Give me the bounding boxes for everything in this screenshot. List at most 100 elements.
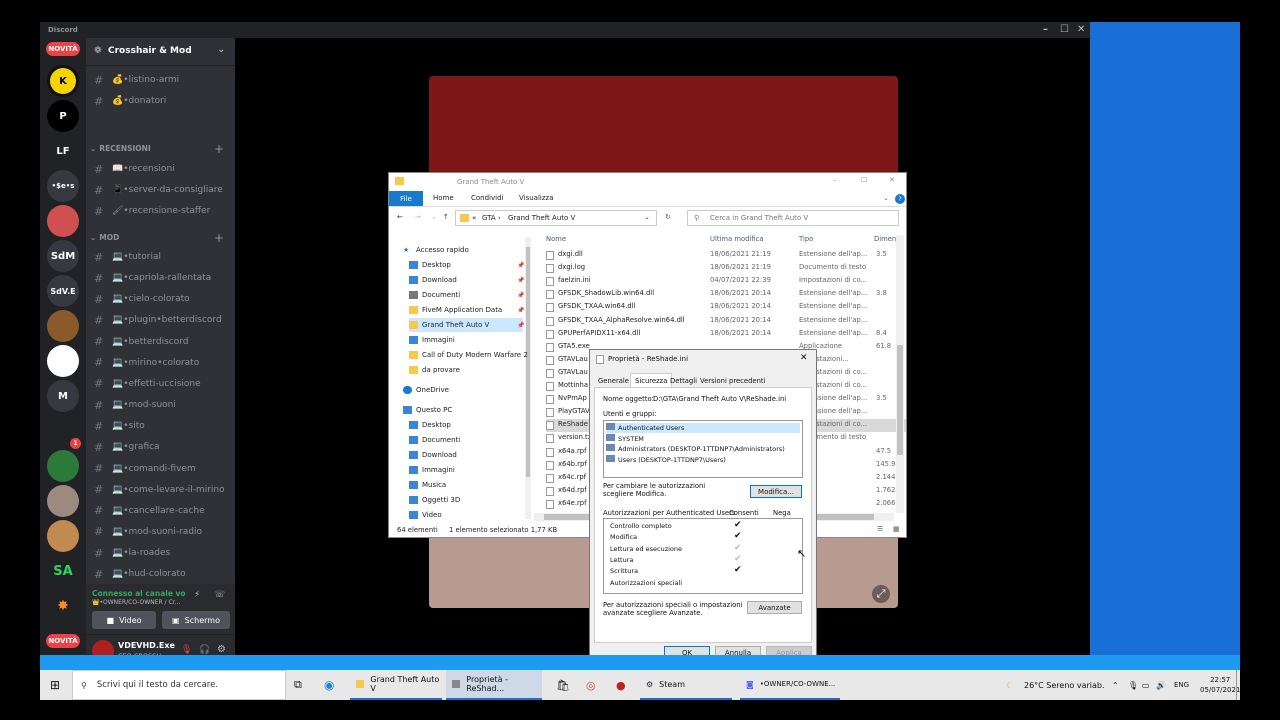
channel-item[interactable]: # 💻•cielo-colorato	[94, 290, 234, 308]
add-channel-icon[interactable]: +	[214, 142, 224, 156]
details-view-icon[interactable]: ☰	[877, 525, 883, 533]
nav-quick-item[interactable]: da provare	[409, 363, 460, 377]
group-item[interactable]: Users (DESKTOP-1TTDNP7\Users)	[606, 454, 800, 465]
close-icon[interactable]: ✕	[1077, 24, 1085, 35]
nav-quick-item[interactable]: Immagini	[409, 333, 455, 347]
tab-security[interactable]: Sicurezza	[630, 373, 673, 387]
channel-item[interactable]: # 💰•donatori	[94, 92, 234, 110]
taskbar-search[interactable]: ⚲ Scrivi qui il testo da cercare.	[72, 670, 286, 700]
modify-button[interactable]: Modifica...	[750, 485, 802, 498]
taskbar-discord[interactable]: ◙ •OWNER/CO-OWNE...	[740, 670, 840, 700]
chrome-icon[interactable]: ◎	[586, 670, 596, 700]
nav-pc-item[interactable]: Immagini	[409, 463, 455, 477]
novita-badge-bottom[interactable]: NOVITÀ	[46, 634, 80, 648]
maximize-icon[interactable]: ☐	[861, 176, 867, 184]
server-icon-face[interactable]	[47, 485, 79, 517]
channel-item[interactable]: # 💻•cancellare-cache	[94, 502, 234, 520]
channel-item[interactable]: # 💻•capriola-rallentata	[94, 269, 234, 287]
close-icon[interactable]: ✕	[889, 176, 895, 184]
channel-item[interactable]: # 💻•come-levare-il-mirino	[94, 481, 234, 499]
weather-icon[interactable]: ☾	[1006, 670, 1013, 700]
advanced-button[interactable]: Avanzate	[747, 601, 802, 614]
server-icon-sa[interactable]: SA	[47, 555, 79, 587]
tiles-view-icon[interactable]: ▦	[893, 525, 899, 533]
up-icon[interactable]: ↑	[443, 213, 449, 221]
server-icon-red[interactable]	[47, 205, 79, 237]
taskbar-properties[interactable]: Proprietà - ReShad...	[446, 670, 542, 700]
file-row[interactable]: GFSDK_TXAA.win64.dll 18/06/2021 20:14 Este…	[546, 301, 906, 314]
col-type[interactable]: Tipo	[799, 235, 813, 243]
channel-item[interactable]: # 💻•effetti-uccisione	[94, 375, 234, 393]
novita-badge[interactable]: NOVITÀ	[46, 42, 80, 56]
path-leaf[interactable]: Grand Theft Auto V	[508, 214, 575, 222]
fullscreen-icon[interactable]: ⤢	[872, 585, 890, 603]
channel-item[interactable]: # 💻•hud-colorato	[94, 565, 234, 583]
col-size[interactable]: Dimen	[874, 235, 896, 243]
server-icon-k[interactable]: K	[47, 65, 79, 97]
server-icon-hat[interactable]	[47, 520, 79, 552]
network-icon[interactable]: ▭	[1142, 670, 1150, 700]
server-icon-empire[interactable]	[47, 310, 79, 342]
forward-icon[interactable]: →	[415, 213, 421, 221]
group-item[interactable]: SYSTEM	[606, 433, 800, 444]
channel-item[interactable]: # 💻•la-roades	[94, 544, 234, 562]
nav-quick-item[interactable]: Call of Duty Modern Warfare 2	[409, 348, 528, 362]
channel-item[interactable]: # 💻•grafica	[94, 438, 234, 456]
channel-item[interactable]: # 💻•plugin•betterdiscord	[94, 311, 234, 329]
nav-onedrive[interactable]: OneDrive	[403, 383, 449, 397]
server-icon-orange[interactable]: ✸	[47, 590, 79, 622]
channel-item[interactable]: # 💻•comandi-fivem	[94, 460, 234, 478]
chevron-down-icon[interactable]: ⌄	[217, 45, 225, 55]
tab-home[interactable]: Home	[433, 194, 454, 202]
mic-icon[interactable]: 🎙	[1128, 670, 1138, 700]
windows-start-icon[interactable]: ⊞	[50, 670, 60, 700]
file-row[interactable]: GFSDK_ShadowLib.win64.dll 18/06/2021 20:1…	[546, 288, 906, 301]
screen-share-button[interactable]: ▣ Schermo	[162, 611, 230, 629]
nav-pc-item[interactable]: Musica	[409, 478, 446, 492]
nav-pc-item[interactable]: Video	[409, 508, 442, 522]
gear-icon[interactable]: ⚙	[217, 644, 226, 655]
path-root[interactable]: GTA	[482, 214, 496, 222]
channel-item[interactable]: # 💻•tutorial	[94, 248, 234, 266]
nav-pc-item[interactable]: Oggetti 3D	[409, 493, 460, 507]
store-icon[interactable]: 🛍	[556, 670, 570, 700]
tab-view[interactable]: Visualizza	[519, 194, 553, 202]
show-desktop[interactable]	[1236, 670, 1240, 700]
chevron-down-icon[interactable]: ⌄	[644, 213, 650, 221]
channel-item[interactable]: # 📖•recensioni	[94, 160, 234, 178]
tab-share[interactable]: Condividi	[471, 194, 503, 202]
voice-channel-name[interactable]: 👑•OWNER/CO-OWNER / Cr...	[92, 599, 180, 606]
close-icon[interactable]: ✕	[800, 353, 808, 363]
language[interactable]: ENG	[1174, 670, 1189, 700]
task-view-icon[interactable]: ⧉	[294, 670, 302, 700]
nav-quick-item[interactable]: Download 📌	[409, 273, 524, 287]
channel-item[interactable]: # 💻•betterdiscord	[94, 333, 234, 351]
nav-quick-item[interactable]: FiveM Application Data 📌	[409, 303, 524, 317]
server-icon-sdm[interactable]: SdM	[47, 240, 79, 272]
server-icon-dt[interactable]: 1	[47, 415, 81, 449]
file-row[interactable]: dxgi.dll 18/06/2021 21:19 Estensione dell'…	[546, 249, 906, 262]
back-icon[interactable]: ←	[397, 213, 403, 221]
recent-icon[interactable]: ⌄	[431, 213, 437, 221]
disconnect-icon[interactable]: ☏	[214, 590, 225, 600]
group-item[interactable]: Administrators (DESKTOP-1TTDNP7\Administ…	[606, 444, 800, 454]
help-icon[interactable]: ?	[895, 194, 905, 204]
address-bar[interactable]: « GTA › Grand Theft Auto V ⌄	[455, 210, 657, 226]
rockstar-icon[interactable]: ●	[616, 670, 626, 700]
minimize-icon[interactable]: –	[1043, 24, 1048, 35]
channel-item[interactable]: # 💰•listino-armi	[94, 71, 234, 89]
tab-general[interactable]: Generale	[598, 377, 629, 385]
file-row[interactable]: faelzin.ini 04/07/2021 22:39 Impostazioni …	[546, 275, 906, 288]
add-channel-icon[interactable]: +	[214, 231, 224, 245]
nav-quick-access[interactable]: ★ Accesso rapido	[403, 243, 469, 257]
nav-pc-item[interactable]: Desktop	[409, 418, 451, 432]
noise-icon[interactable]: ⚡	[194, 590, 200, 600]
category-recensioni[interactable]: ⌄ RECENSIONI +	[90, 142, 230, 156]
mic-muted-icon[interactable]: 🎙	[181, 645, 192, 655]
tray-chevron-icon[interactable]: ⌃	[1112, 670, 1119, 700]
files-scrollbar[interactable]	[896, 235, 904, 513]
server-icon-green[interactable]	[47, 450, 79, 482]
nav-pc-item[interactable]: Documenti	[409, 433, 460, 447]
file-row[interactable]: GPUPerfAPIDX11-x64.dll 18/06/2021 20:14 Es…	[546, 328, 906, 341]
tab-file[interactable]: File	[389, 191, 423, 206]
